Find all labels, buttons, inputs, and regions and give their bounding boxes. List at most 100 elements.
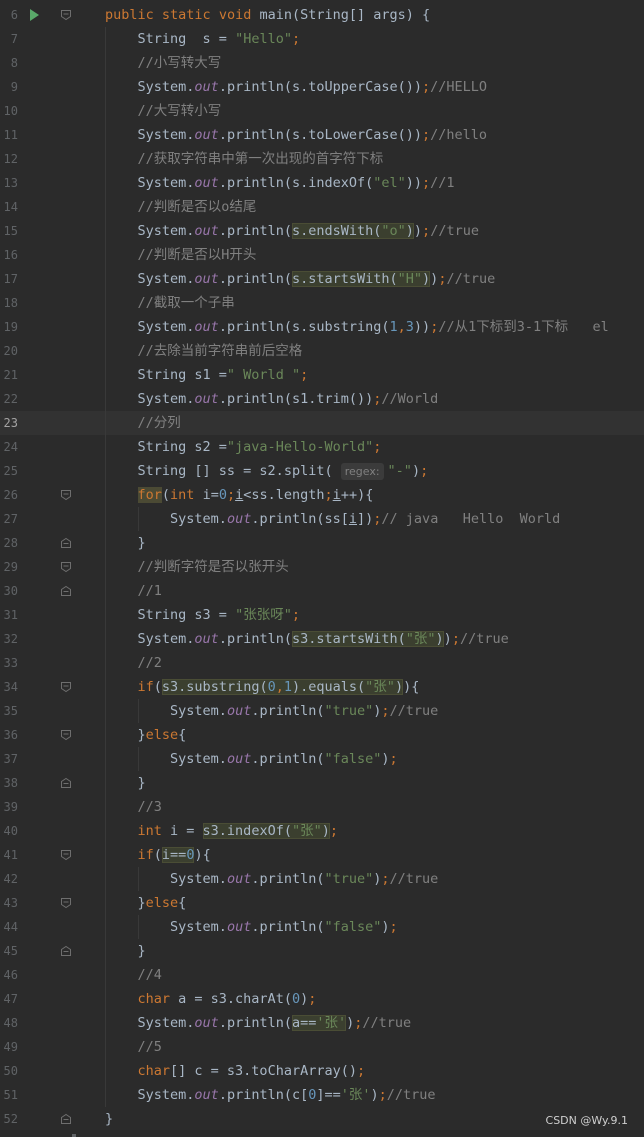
code-text[interactable]: //分列	[138, 411, 181, 435]
code-line[interactable]: 25 String [] ss = s2.split( regex: "-");	[0, 459, 644, 483]
code-line[interactable]: 47 char a = s3.charAt(0);	[0, 987, 644, 1011]
code-text[interactable]: //判断是否以H开头	[138, 243, 257, 267]
code-text[interactable]: for(int i=0;i<ss.length;i++){	[137, 483, 373, 507]
fold-toggle-icon[interactable]	[60, 729, 72, 741]
code-text[interactable]: public static void main(String[] args) {	[105, 3, 430, 27]
code-line[interactable]: 16 //判断是否以H开头	[0, 243, 644, 267]
code-text[interactable]: char a = s3.charAt(0);	[138, 987, 317, 1011]
code-text[interactable]: System.out.println("true");//true	[170, 867, 438, 891]
code-text[interactable]: }else{	[138, 891, 187, 915]
code-text[interactable]: System.out.println("false");	[170, 747, 398, 771]
code-line[interactable]: 34 if(s3.substring(0,1).equals("张")){	[0, 675, 644, 699]
code-text[interactable]: String [] ss = s2.split( regex: "-");	[138, 459, 428, 483]
fold-end-icon[interactable]	[60, 537, 72, 549]
code-text[interactable]: //判断字符是否以张开头	[138, 555, 289, 579]
code-line[interactable]: 19 System.out.println(s.substring(1,3));/…	[0, 315, 644, 339]
code-line[interactable]: 38}	[0, 771, 644, 795]
code-line[interactable]: 28}	[0, 531, 644, 555]
code-text[interactable]: }	[138, 771, 146, 795]
code-text[interactable]: System.out.println(s.substring(1,3));//从…	[138, 315, 609, 339]
code-text[interactable]: //去除当前字符串前后空格	[138, 339, 303, 363]
code-text[interactable]: System.out.println("true");//true	[170, 699, 438, 723]
fold-end-icon[interactable]	[60, 945, 72, 957]
code-line[interactable]: 31 String s3 = "张张呀";	[0, 603, 644, 627]
code-text[interactable]: if(i==0){	[138, 843, 211, 867]
code-line[interactable]: 12 //获取字符串中第一次出现的首字符下标	[0, 147, 644, 171]
code-text[interactable]: //4	[138, 963, 162, 987]
code-line[interactable]: 40 int i = s3.indexOf("张");	[0, 819, 644, 843]
code-text[interactable]: System.out.println(s.indexOf("el"));//1	[138, 171, 455, 195]
code-line[interactable]: 17 System.out.println(s.startsWith("H"));…	[0, 267, 644, 291]
code-text[interactable]: System.out.println(ss[i]);// java Hello …	[170, 507, 560, 531]
run-icon[interactable]	[30, 9, 39, 21]
code-text[interactable]: System.out.println("false");	[170, 915, 398, 939]
code-text[interactable]: System.out.println(a=='张');//true	[138, 1011, 411, 1035]
code-text[interactable]: System.out.println(s1.trim());//World	[138, 387, 439, 411]
code-text[interactable]: //1	[138, 579, 162, 603]
code-line[interactable]: 46 //4	[0, 963, 644, 987]
code-line[interactable]: 39 //3	[0, 795, 644, 819]
code-line[interactable]: 32 System.out.println(s3.startsWith("张"))…	[0, 627, 644, 651]
code-text[interactable]: String s3 = "张张呀";	[138, 603, 300, 627]
code-line[interactable]: 15 System.out.println(s.endsWith("o"));//…	[0, 219, 644, 243]
code-text[interactable]: //大写转小写	[138, 99, 222, 123]
fold-toggle-icon[interactable]	[60, 897, 72, 909]
code-text[interactable]: //判断是否以o结尾	[138, 195, 257, 219]
code-line[interactable]: 7 String s = "Hello";	[0, 27, 644, 51]
code-line[interactable]: 24 String s2 ="java-Hello-World";	[0, 435, 644, 459]
code-text[interactable]: System.out.println(s.toLowerCase());//he…	[138, 123, 488, 147]
code-line[interactable]: 29 //判断字符是否以张开头	[0, 555, 644, 579]
code-line[interactable]: 13 System.out.println(s.indexOf("el"));//…	[0, 171, 644, 195]
code-line[interactable]: 14 //判断是否以o结尾	[0, 195, 644, 219]
code-text[interactable]: System.out.println(s.toUpperCase());//HE…	[138, 75, 488, 99]
code-line[interactable]: 22 System.out.println(s1.trim());//World	[0, 387, 644, 411]
code-editor[interactable]: 6 public static void main(String[] args) …	[0, 3, 644, 1131]
code-text[interactable]: }	[138, 939, 146, 963]
code-text[interactable]: //2	[138, 651, 162, 675]
fold-toggle-icon[interactable]	[60, 561, 72, 573]
code-line[interactable]: 50 char[] c = s3.toCharArray();	[0, 1059, 644, 1083]
code-line[interactable]: 49 //5	[0, 1035, 644, 1059]
code-text[interactable]: //获取字符串中第一次出现的首字符下标	[138, 147, 384, 171]
code-line[interactable]: 44 System.out.println("false");	[0, 915, 644, 939]
code-text[interactable]: System.out.println(s.endsWith("o"));//tr…	[138, 219, 479, 243]
code-line[interactable]: 35 System.out.println("true");//true	[0, 699, 644, 723]
fold-toggle-icon[interactable]	[60, 849, 72, 861]
code-line[interactable]: 26 for(int i=0;i<ss.length;i++){	[0, 483, 644, 507]
code-line[interactable]: 30 //1	[0, 579, 644, 603]
code-text[interactable]: //小写转大写	[138, 51, 222, 75]
code-text[interactable]: System.out.println(s3.startsWith("张"));/…	[138, 627, 509, 651]
code-text[interactable]: }	[138, 531, 146, 555]
code-line[interactable]: 41 if(i==0){	[0, 843, 644, 867]
code-line[interactable]: 33 //2	[0, 651, 644, 675]
fold-end-icon[interactable]	[60, 585, 72, 597]
code-text[interactable]: if(s3.substring(0,1).equals("张")){	[138, 675, 419, 699]
code-line[interactable]: 18 //截取一个子串	[0, 291, 644, 315]
code-text[interactable]: char[] c = s3.toCharArray();	[138, 1059, 366, 1083]
fold-toggle-icon[interactable]	[60, 489, 72, 501]
code-line[interactable]: 21 String s1 =" World ";	[0, 363, 644, 387]
code-line[interactable]: 42 System.out.println("true");//true	[0, 867, 644, 891]
fold-toggle-icon[interactable]	[60, 9, 72, 21]
code-line[interactable]: 10 //大写转小写	[0, 99, 644, 123]
code-line[interactable]: 20 //去除当前字符串前后空格	[0, 339, 644, 363]
code-line[interactable]: 27 System.out.println(ss[i]);// java Hell…	[0, 507, 644, 531]
code-line[interactable]: 9 System.out.println(s.toUpperCase());//H…	[0, 75, 644, 99]
code-line[interactable]: 43}else{	[0, 891, 644, 915]
code-line[interactable]: 8 //小写转大写	[0, 51, 644, 75]
code-line[interactable]: 23 //分列	[0, 411, 644, 435]
code-line[interactable]: 48 System.out.println(a=='张');//true	[0, 1011, 644, 1035]
code-text[interactable]: String s = "Hello";	[138, 27, 301, 51]
code-text[interactable]: }else{	[138, 723, 187, 747]
code-text[interactable]: //截取一个子串	[138, 291, 235, 315]
code-text[interactable]: //5	[138, 1035, 162, 1059]
code-line[interactable]: 37 System.out.println("false");	[0, 747, 644, 771]
code-text[interactable]: String s1 =" World ";	[138, 363, 309, 387]
code-text[interactable]: System.out.println(c[0]=='张');//true	[138, 1083, 436, 1107]
code-line[interactable]: 11 System.out.println(s.toLowerCase());//…	[0, 123, 644, 147]
code-text[interactable]: }	[105, 1107, 113, 1131]
code-line[interactable]: 36}else{	[0, 723, 644, 747]
code-text[interactable]: System.out.println(s.startsWith("H"));//…	[138, 267, 495, 291]
code-text[interactable]: //3	[138, 795, 162, 819]
code-line[interactable]: 6 public static void main(String[] args) …	[0, 3, 644, 27]
